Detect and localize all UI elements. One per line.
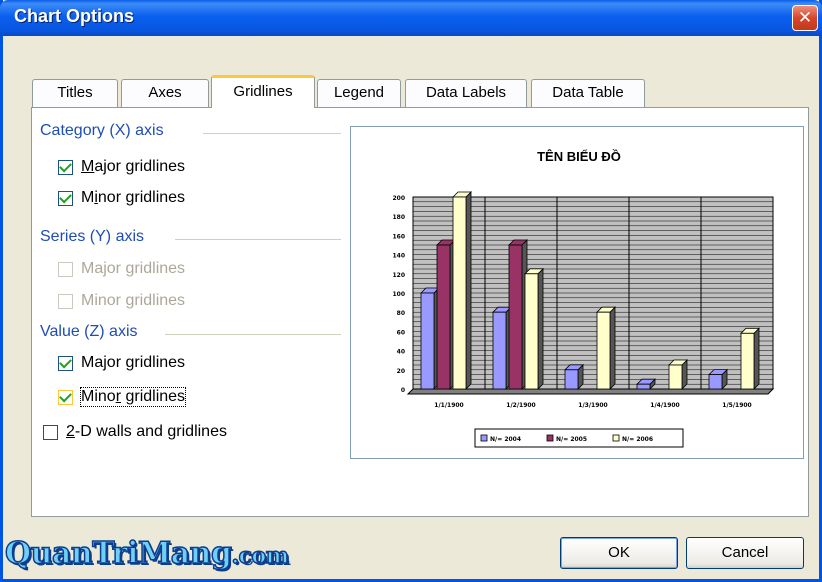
- x-tick-label: 1/5/1900: [722, 402, 751, 409]
- checkbox-box[interactable]: [58, 261, 73, 277]
- series-minor-gridlines-checkbox[interactable]: Minor gridlines: [58, 292, 185, 310]
- tab-titles[interactable]: Titles: [32, 79, 118, 107]
- category-major-gridlines-label: Major gridlines: [81, 158, 186, 175]
- series-major-gridlines-checkbox[interactable]: Major gridlines: [58, 260, 185, 278]
- y-tick-label: 40: [397, 349, 405, 356]
- 2d-walls-gridlines-checkbox[interactable]: 2-D walls and gridlines: [43, 423, 227, 441]
- checkbox-box[interactable]: [58, 293, 73, 309]
- group-divider: [175, 239, 341, 240]
- value-major-gridlines-label: Major gridlines: [81, 354, 186, 371]
- legend-swatch: [546, 434, 554, 442]
- x-tick-label: 1/1/1900: [434, 402, 463, 409]
- tab-data-labels[interactable]: Data Labels: [405, 79, 527, 107]
- checkmark-icon: [59, 389, 72, 402]
- tab-legend[interactable]: Legend: [317, 79, 401, 107]
- quantrimang-watermark-logo: QuanTriMang.com: [4, 535, 290, 572]
- checkbox-box[interactable]: [58, 159, 73, 175]
- bar: [708, 374, 723, 390]
- y-tick-label: 160: [392, 233, 405, 240]
- bar-side: [609, 306, 616, 390]
- tab-axes[interactable]: Axes: [121, 79, 209, 107]
- series-minor-gridlines-label: Minor gridlines: [81, 292, 186, 309]
- bar: [596, 311, 611, 390]
- legend-label: N/= 2005: [556, 436, 587, 443]
- value-major-gridlines-checkbox[interactable]: Major gridlines: [58, 354, 185, 372]
- 2d-walls-gridlines-label: 2-D walls and gridlines: [66, 423, 227, 440]
- y-tick-label: 20: [397, 368, 405, 375]
- title-bar[interactable]: Chart Options ✕: [0, 0, 822, 36]
- y-tick-label: 180: [392, 214, 405, 221]
- checkbox-box[interactable]: [58, 190, 73, 206]
- x-tick-label: 1/4/1900: [650, 402, 679, 409]
- y-tick-label: 140: [392, 253, 405, 260]
- value-axis-group-label: Value (Z) axis: [40, 323, 142, 341]
- y-tick-label: 80: [397, 310, 405, 317]
- bar: [492, 311, 507, 390]
- y-tick-label: 0: [401, 387, 405, 394]
- y-tick-label: 120: [392, 272, 405, 279]
- category-minor-gridlines-label: Minor gridlines: [81, 189, 186, 206]
- checkbox-box[interactable]: [58, 355, 73, 371]
- bar-side: [753, 327, 760, 390]
- chart-plot-area: 0 20 40 60 80 100 120 140 160 180 200 1/1/1900 1/2/1…: [392, 191, 775, 409]
- chart-options-dialog: Chart Options ✕ Titles Axes Gridlines Le…: [0, 0, 822, 582]
- checkbox-box[interactable]: [43, 424, 58, 440]
- bar-side: [537, 267, 544, 390]
- category-minor-gridlines-checkbox[interactable]: Minor gridlines: [58, 189, 185, 207]
- legend-label: N/= 2004: [490, 436, 521, 443]
- cancel-button[interactable]: Cancel: [686, 537, 804, 569]
- group-divider: [165, 334, 341, 335]
- y-tick-label: 60: [397, 329, 405, 336]
- ok-button[interactable]: OK: [560, 537, 678, 569]
- chart-preview-svg: TÊN BIỂU ĐỒ 0 20 40 60 80 100 120 140 160 180 200 1…: [392, 149, 775, 448]
- series-axis-group-label: Series (Y) axis: [40, 228, 149, 246]
- bar: [564, 369, 579, 390]
- category-axis-group-label: Category (X) axis: [40, 122, 168, 140]
- legend-label: N/= 2006: [622, 436, 653, 443]
- x-tick-label: 1/2/1900: [506, 402, 535, 409]
- y-tick-label: 100: [392, 291, 405, 298]
- tab-data-table[interactable]: Data Table: [531, 79, 645, 107]
- legend-swatch: [612, 434, 620, 442]
- y-tick-label: 200: [392, 195, 405, 202]
- chart-title: TÊN BIỂU ĐỒ: [537, 149, 621, 164]
- bar: [420, 292, 435, 390]
- checkbox-box[interactable]: [58, 389, 73, 405]
- bar: [668, 364, 683, 390]
- bar: [508, 244, 523, 390]
- series-major-gridlines-label: Major gridlines: [81, 260, 186, 277]
- checkmark-icon: [59, 190, 72, 203]
- close-button[interactable]: ✕: [792, 5, 818, 31]
- category-major-gridlines-checkbox[interactable]: Major gridlines: [58, 158, 185, 176]
- bar: [436, 244, 451, 390]
- x-tick-label: 1/3/1900: [578, 402, 607, 409]
- dialog-title: Chart Options: [14, 6, 134, 26]
- value-minor-gridlines-label: Minor gridlines: [79, 387, 187, 407]
- checkmark-icon: [59, 355, 72, 368]
- legend-swatch: [480, 434, 488, 442]
- value-minor-gridlines-checkbox[interactable]: Minor gridlines: [58, 387, 187, 407]
- bar: [636, 383, 651, 390]
- plot-floor: [406, 388, 775, 395]
- bar: [524, 273, 539, 390]
- tab-gridlines[interactable]: Gridlines: [211, 75, 315, 108]
- bar: [740, 332, 755, 390]
- bar-side: [465, 191, 472, 390]
- checkmark-icon: [59, 159, 72, 172]
- group-divider: [203, 133, 341, 134]
- chart-legend: N/= 2004 N/= 2005 N/= 2006: [474, 428, 684, 448]
- chart-preview: TÊN BIỂU ĐỒ 0 20 40 60 80 100 120 140 160 180 200 1…: [350, 126, 804, 459]
- bar: [452, 196, 467, 390]
